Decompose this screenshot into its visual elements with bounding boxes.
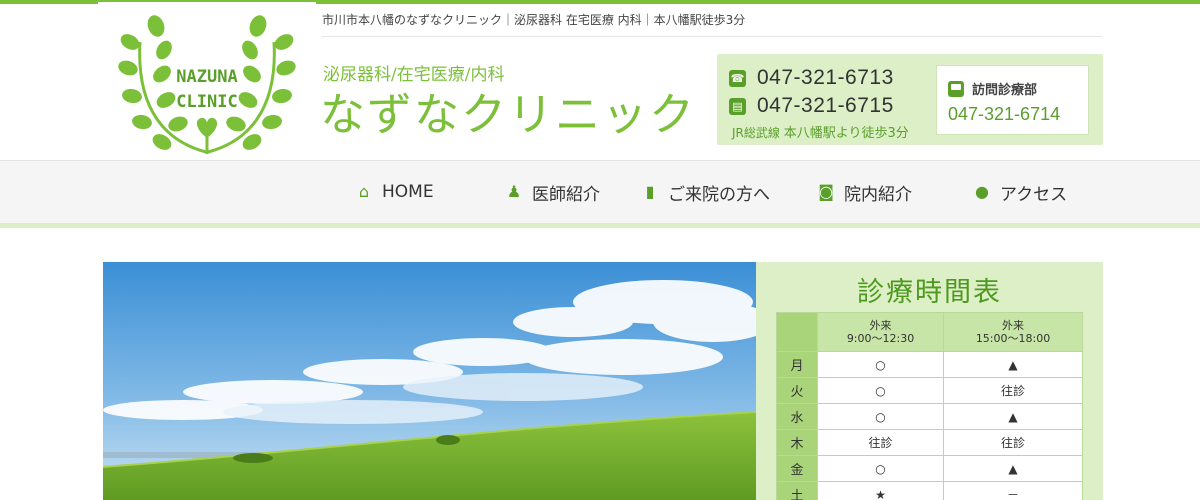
schedule-header-row: 外来 9:00～12:30 外来 15:00～18:00: [776, 312, 1083, 352]
main-nav: ⌂ HOME ♟ 医師紹介 ▮ ご来院の方へ ◙ 院内紹介 ● アクセス: [0, 160, 1200, 224]
phone-row[interactable]: ☎ 047-321-6713: [729, 66, 894, 90]
camera-icon: ◙: [818, 182, 834, 201]
schedule-pm-cell: ▲: [943, 403, 1083, 430]
table-row: 水 ○ ▲: [776, 403, 1083, 430]
table-row: 月 ○ ▲: [776, 351, 1083, 378]
fax-number: 047-321-6715: [757, 94, 894, 117]
nav-item-facility[interactable]: ◙ 院内紹介: [818, 161, 912, 223]
schedule-pm-cell: －: [943, 481, 1083, 500]
schedule-pm-cell: 往診: [943, 429, 1083, 456]
schedule-day: 水: [776, 403, 818, 430]
doctor-icon: ♟: [506, 182, 522, 201]
access-note: JR総武線 本八幡駅より徒歩3分: [732, 122, 909, 141]
map-marker-icon: ●: [975, 182, 989, 201]
access-station: 本八幡駅より徒歩3分: [783, 126, 909, 141]
schedule-am-cell: ○: [816, 377, 945, 404]
table-row: 土 ★ －: [776, 481, 1083, 500]
nav-item-visitors[interactable]: ▮ ご来院の方へ: [642, 161, 770, 223]
header-divider: [322, 36, 1102, 37]
phone-number: 047-321-6713: [757, 66, 894, 89]
schedule-panel: 診療時間表 外来 9:00～12:30 外来 15:00～18:00 月 ○ ▲…: [756, 262, 1103, 500]
home-visit-label: 訪問診療部: [972, 83, 1038, 98]
table-row: 金 ○ ▲: [776, 455, 1083, 482]
schedule-day: 金: [776, 455, 818, 482]
schedule-table: 外来 9:00～12:30 外来 15:00～18:00 月 ○ ▲ 火 ○ 往…: [776, 312, 1083, 500]
logo-text-line1: NAZUNA: [176, 67, 237, 87]
header-tagline: 市川市本八幡のなずなクリニック｜泌尿器科 在宅医療 内科｜本八幡駅徒歩3分: [322, 13, 746, 27]
home-visit-box[interactable]: 訪問診療部 047-321-6714: [936, 65, 1089, 135]
access-line: JR総武線: [732, 126, 784, 140]
schedule-col-pm: 外来 15:00～18:00: [943, 312, 1083, 352]
schedule-am-cell: ★: [816, 481, 945, 500]
nav-underline: [0, 224, 1200, 228]
nav-item-label: ご来院の方へ: [668, 184, 770, 205]
nav-item-label: 医師紹介: [532, 184, 600, 205]
table-row: 火 ○ 往診: [776, 377, 1083, 404]
table-row: 木 往診 往診: [776, 429, 1083, 456]
schedule-am-cell: ○: [816, 351, 945, 378]
schedule-day: 木: [776, 429, 818, 456]
schedule-col-pm-time: 15:00～18:00: [975, 332, 1051, 345]
schedule-am-cell: ○: [816, 455, 945, 482]
nav-item-label: HOME: [382, 182, 434, 202]
schedule-col-pm-name: 外来: [1002, 319, 1025, 332]
nav-item-access[interactable]: ● アクセス: [974, 161, 1067, 223]
schedule-pm-cell: 往診: [943, 377, 1083, 404]
schedule-pm-cell: ▲: [943, 455, 1083, 482]
contact-box: ☎ 047-321-6713 ▤ 047-321-6715 JR総武線 本八幡駅…: [717, 54, 1103, 145]
logo-text-line2: CLINIC: [176, 92, 237, 112]
hero-scene-graphic: [103, 262, 756, 500]
schedule-col-am-time: 9:00～12:30: [846, 332, 915, 345]
phone-icon: ☎: [729, 69, 746, 87]
schedule-am-cell: ○: [816, 403, 945, 430]
schedule-day: 土: [776, 481, 818, 500]
home-visit-title: 訪問診療部: [948, 79, 1037, 98]
schedule-col-am: 外来 9:00～12:30: [816, 312, 945, 352]
fax-row: ▤ 047-321-6715: [729, 94, 894, 118]
nav-item-doctor[interactable]: ♟ 医師紹介: [506, 161, 600, 223]
home-visit-phone: 047-321-6714: [948, 104, 1061, 124]
nav-item-label: 院内紹介: [844, 184, 912, 205]
fax-icon: ▤: [729, 97, 746, 115]
schedule-day: 火: [776, 377, 818, 404]
hero-landscape-image: [103, 262, 756, 500]
nav-item-label: アクセス: [1000, 184, 1068, 205]
bus-icon: [948, 80, 964, 97]
book-icon: ▮: [645, 182, 655, 201]
schedule-corner-cell: [776, 312, 818, 352]
nav-item-home[interactable]: ⌂ HOME: [356, 161, 434, 223]
home-icon: ⌂: [358, 182, 370, 201]
schedule-title: 診療時間表: [857, 277, 1002, 308]
schedule-col-am-name: 外来: [869, 319, 892, 332]
schedule-pm-cell: ▲: [943, 351, 1083, 378]
schedule-am-cell: 往診: [816, 429, 945, 456]
schedule-day: 月: [776, 351, 818, 378]
clinic-name-title[interactable]: なずなクリニック: [320, 78, 696, 143]
